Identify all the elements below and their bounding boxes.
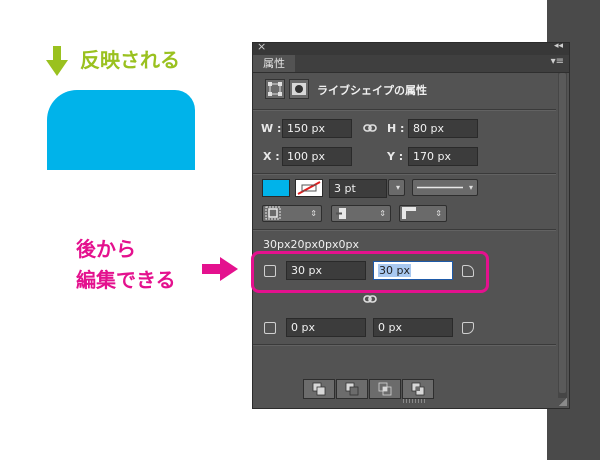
y-label: Y : (387, 150, 404, 163)
corner-bottom-left-field[interactable]: 0 px (286, 318, 366, 337)
stroke-align-dropdown[interactable]: ⇕ (262, 205, 322, 222)
arrow-down-icon (46, 46, 68, 76)
corner-bottom-right-icon[interactable] (462, 322, 474, 334)
properties-panel: × ◂◂ 属性 ▾≡ ライブシェイプの属性 W: 150 px H: 80 … (252, 40, 570, 409)
subtract-icon (345, 382, 359, 396)
x-label: X : (263, 150, 280, 163)
stroke-line-icon (417, 186, 463, 189)
divider (253, 229, 556, 231)
path-operations (303, 379, 435, 399)
chevron-down-icon: ▾ (395, 183, 400, 192)
stroke-join-icon (402, 207, 416, 219)
arrow-right-icon (202, 257, 238, 281)
combine-shapes-button[interactable] (303, 379, 335, 399)
stroke-width-field[interactable]: 3 pt (329, 179, 387, 198)
height-label: H : (387, 122, 405, 135)
divider (253, 344, 556, 346)
chevron-updown-icon: ⇕ (379, 209, 386, 218)
intersect-shapes-button[interactable] (369, 379, 401, 399)
divider (253, 173, 556, 175)
collapse-icon[interactable]: ◂◂ (554, 41, 563, 51)
close-icon[interactable]: × (257, 40, 266, 53)
stroke-cap-dropdown[interactable]: ⇕ (331, 205, 391, 222)
subtract-shapes-button[interactable] (336, 379, 368, 399)
scroll-thumb[interactable] (559, 73, 566, 393)
reflect-label: 反映される (80, 48, 180, 72)
combine-icon (312, 382, 326, 396)
panel-scrollbar[interactable] (558, 73, 567, 398)
width-field[interactable]: 150 px (282, 119, 352, 138)
mask-icon[interactable] (289, 79, 309, 99)
no-stroke-icon (297, 181, 321, 195)
panel-resize-grip[interactable] (403, 399, 427, 403)
stroke-join-dropdown[interactable]: ⇕ (399, 205, 447, 222)
exclude-shapes-button[interactable] (402, 379, 434, 399)
width-label: W : (261, 122, 282, 135)
panel-section-title: ライブシェイプの属性 (317, 84, 427, 97)
panel-body: ライブシェイプの属性 W : 150 px H : 80 px X : 100 … (253, 73, 556, 404)
editable-label-line2: 編集できる (76, 268, 176, 292)
live-shape-header: ライブシェイプの属性 (261, 79, 551, 101)
corner-radius-summary: 30px20px0px0px (263, 238, 359, 251)
transform-icon[interactable] (265, 79, 285, 99)
tab-properties[interactable]: 属性 (253, 55, 295, 72)
exclude-icon (411, 382, 425, 396)
height-field[interactable]: 80 px (408, 119, 478, 138)
stroke-align-icon (265, 206, 281, 220)
chevron-updown-icon: ⇕ (435, 209, 442, 218)
stroke-cap-icon (336, 208, 346, 219)
rounded-rectangle-preview (47, 90, 195, 170)
chevron-down-icon: ▾ (468, 183, 473, 192)
panel-titlebar: × ◂◂ (253, 40, 569, 55)
chevron-updown-icon: ⇕ (310, 209, 317, 218)
intersect-icon (378, 382, 392, 396)
editable-later-label: 後から 編集できる (76, 234, 176, 296)
link-corners-icon[interactable] (363, 294, 377, 304)
stroke-style-dropdown[interactable]: ▾ (412, 179, 478, 196)
stroke-color-swatch[interactable] (295, 179, 323, 197)
corner-bottom-right-field[interactable]: 0 px (373, 318, 453, 337)
fill-color-swatch[interactable] (262, 179, 290, 197)
panel-tabbar: 属性 ▾≡ (253, 55, 569, 73)
divider (253, 109, 556, 111)
panel-menu-icon[interactable]: ▾≡ (551, 56, 564, 67)
editable-label-line1: 後から (76, 237, 136, 261)
stroke-width-dropdown[interactable]: ▾ (388, 179, 405, 196)
resize-corner-icon[interactable] (559, 398, 567, 406)
y-field[interactable]: 170 px (408, 147, 478, 166)
x-field[interactable]: 100 px (282, 147, 352, 166)
corner-bottom-left-icon[interactable] (264, 322, 276, 334)
corner-highlight-box (251, 251, 489, 293)
link-icon[interactable] (363, 123, 377, 133)
